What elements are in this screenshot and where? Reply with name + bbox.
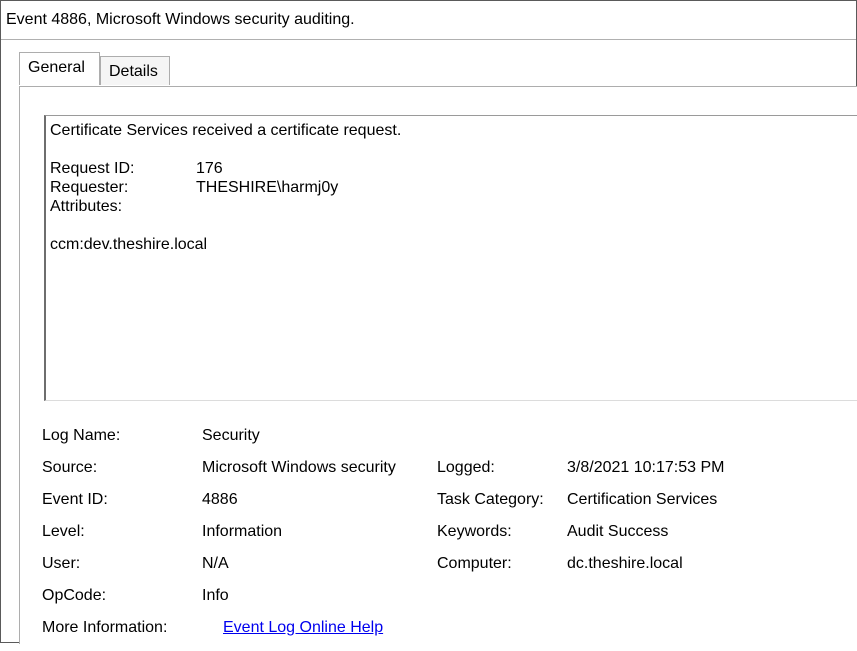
attributes-label: Attributes: (50, 198, 123, 215)
level-label: Level: (42, 523, 85, 540)
request-id-label: Request ID: (50, 160, 135, 177)
event-log-online-help-link[interactable]: Event Log Online Help (223, 619, 383, 637)
keywords-label: Keywords: (437, 523, 512, 540)
attributes-row: Attributes: (50, 197, 857, 216)
task-category-label: Task Category: (437, 491, 544, 508)
window-title: Event 4886, Microsoft Windows security a… (6, 11, 355, 28)
info-row-event-id: Event ID: 4886 Task Category: Certificat… (42, 491, 857, 523)
source-value: Microsoft Windows security (202, 459, 396, 476)
tab-details[interactable]: Details (100, 56, 170, 85)
more-information-label: More Information: (42, 619, 168, 636)
requester-row: Requester: THESHIRE\harmj0y (50, 178, 857, 197)
logged-value: 3/8/2021 10:17:53 PM (567, 459, 725, 476)
logged-label: Logged: (437, 459, 495, 476)
opcode-label: OpCode: (42, 587, 107, 604)
info-row-opcode: OpCode: Info (42, 587, 857, 619)
event-properties-window: Event 4886, Microsoft Windows security a… (0, 0, 857, 644)
task-category-value: Certification Services (567, 491, 718, 508)
tab-general[interactable]: General (19, 52, 100, 85)
event-id-label: Event ID: (42, 491, 108, 508)
info-row-level: Level: Information Keywords: Audit Succe… (42, 523, 857, 555)
event-description-box[interactable]: Certificate Services received a certific… (44, 115, 857, 401)
info-row-source: Source: Microsoft Windows security Logge… (42, 459, 857, 491)
description-summary: Certificate Services received a certific… (50, 122, 402, 139)
info-row-log-name: Log Name: Security (42, 427, 857, 459)
computer-value: dc.theshire.local (567, 555, 683, 572)
level-value: Information (202, 523, 283, 540)
user-value: N/A (202, 555, 229, 572)
info-row-more-information: More Information: Event Log Online Help (42, 619, 857, 651)
keywords-value: Audit Success (567, 523, 669, 540)
computer-label: Computer: (437, 555, 512, 572)
user-label: User: (42, 555, 81, 572)
request-id-value: 176 (196, 160, 223, 177)
event-info-grid: Log Name: Security Source: Microsoft Win… (42, 427, 857, 651)
general-tab-panel: Certificate Services received a certific… (19, 86, 857, 644)
title-bar: Event 4886, Microsoft Windows security a… (1, 1, 856, 40)
requester-label: Requester: (50, 179, 129, 196)
event-id-value: 4886 (202, 491, 238, 508)
log-name-value: Security (202, 427, 260, 444)
opcode-value: Info (202, 587, 229, 604)
request-id-row: Request ID: 176 (50, 159, 857, 178)
source-label: Source: (42, 459, 98, 476)
attributes-value: ccm:dev.theshire.local (50, 236, 208, 253)
requester-value: THESHIRE\harmj0y (196, 179, 339, 196)
log-name-label: Log Name: (42, 427, 121, 444)
info-row-user: User: N/A Computer: dc.theshire.local (42, 555, 857, 587)
